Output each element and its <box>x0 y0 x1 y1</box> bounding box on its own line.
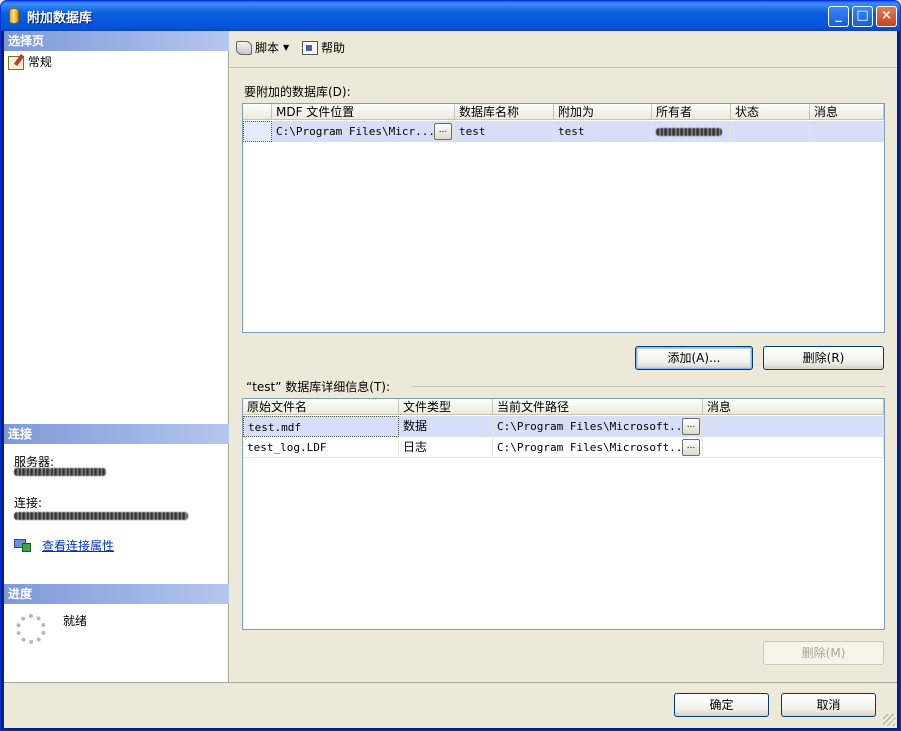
original-file-cell[interactable]: test.mdf <box>243 416 399 437</box>
col-attach-as[interactable]: 附加为 <box>554 104 652 120</box>
col-current-path[interactable]: 当前文件路径 <box>493 399 703 415</box>
remove-file-button[interactable]: 删除(M) <box>763 641 884 665</box>
title-bar[interactable]: 附加数据库 _ □ × <box>1 1 900 31</box>
progress-status: 就绪 <box>63 614 88 628</box>
details-group-line <box>412 386 885 387</box>
file-type-cell: 日志 <box>399 437 493 458</box>
page-general-label: 常规 <box>27 55 52 69</box>
owner-cell[interactable] <box>652 121 731 142</box>
help-label: 帮助 <box>321 41 346 55</box>
table-row[interactable]: test_log.LDF 日志 C:\Program Files\Microso… <box>243 437 884 458</box>
server-value-redacted <box>14 468 106 476</box>
browse-path-button[interactable]: ... <box>682 418 700 435</box>
maximize-button[interactable]: □ <box>852 6 873 27</box>
col-owner[interactable]: 所有者 <box>652 104 731 120</box>
window-title: 附加数据库 <box>27 11 93 26</box>
left-panel: 选择页 常规 连接 服务器: 连接: 查看连接属性 进度 就绪 <box>4 31 229 682</box>
details-message-cell <box>703 416 884 437</box>
col-status[interactable]: 状态 <box>731 104 810 120</box>
grid-header-rowselector <box>243 104 272 120</box>
current-path-cell[interactable]: C:\Program Files\Microsoft... <box>493 416 703 437</box>
owner-value-redacted <box>656 128 722 136</box>
ok-button[interactable]: 确定 <box>674 693 769 717</box>
row-selector[interactable] <box>243 121 272 142</box>
current-path-cell[interactable]: C:\Program Files\Microsoft... <box>493 437 703 458</box>
script-label: 脚本 <box>255 41 280 55</box>
table-row[interactable]: C:\Program Files\Micr... ... test test <box>243 121 884 142</box>
col-details-message[interactable]: 消息 <box>703 399 884 415</box>
cancel-button[interactable]: 取消 <box>781 693 876 717</box>
col-db-name[interactable]: 数据库名称 <box>455 104 554 120</box>
footer-separator <box>4 682 897 683</box>
progress-header: 进度 <box>4 584 229 604</box>
resize-grip-icon[interactable] <box>883 714 895 726</box>
status-cell <box>731 121 810 142</box>
details-message-cell <box>703 437 884 458</box>
database-details-grid[interactable]: 原始文件名 文件类型 当前文件路径 消息 test.mdf 数据 C:\Prog… <box>242 398 885 630</box>
connection-properties-icon <box>14 537 32 553</box>
mdf-location-text: C:\Program Files\Micr... <box>276 125 435 138</box>
close-button[interactable]: × <box>876 6 897 27</box>
select-page-header: 选择页 <box>4 31 229 51</box>
toolbar: 脚本 ▼ 帮助 <box>230 31 897 67</box>
add-button[interactable]: 添加(A)... <box>635 346 753 370</box>
mdf-location-cell[interactable]: C:\Program Files\Micr... <box>272 121 455 142</box>
table-row[interactable]: test.mdf 数据 C:\Program Files\Microsoft..… <box>243 416 884 437</box>
original-file-cell[interactable]: test_log.LDF <box>243 437 399 458</box>
help-button[interactable]: 帮助 <box>302 39 345 57</box>
properties-icon <box>8 55 24 70</box>
dropdown-arrow-icon[interactable]: ▼ <box>283 39 289 57</box>
attach-as-cell[interactable]: test <box>554 121 652 142</box>
col-file-type[interactable]: 文件类型 <box>399 399 493 415</box>
col-message[interactable]: 消息 <box>810 104 884 120</box>
col-mdf-location[interactable]: MDF 文件位置 <box>272 104 455 120</box>
db-name-cell[interactable]: test <box>455 121 554 142</box>
remove-database-button[interactable]: 删除(R) <box>763 346 884 370</box>
file-type-cell: 数据 <box>399 416 493 437</box>
connection-header: 连接 <box>4 424 229 444</box>
script-button[interactable]: 脚本 ▼ <box>236 39 289 57</box>
help-icon <box>302 41 318 55</box>
current-path-text: C:\Program Files\Microsoft... <box>497 420 690 433</box>
attach-databases-grid[interactable]: MDF 文件位置 数据库名称 附加为 所有者 状态 消息 C:\Program … <box>242 103 885 333</box>
message-cell <box>810 121 884 142</box>
browse-path-button[interactable]: ... <box>682 439 700 456</box>
connection-value-redacted <box>14 512 188 520</box>
attach-database-window: 附加数据库 _ □ × 选择页 常规 连接 服务器: 连接: 查看连接属性 进度… <box>0 0 901 731</box>
page-general-item[interactable]: 常规 <box>8 53 52 71</box>
progress-spinner-icon <box>16 614 46 644</box>
col-original-file[interactable]: 原始文件名 <box>243 399 399 415</box>
current-path-text: C:\Program Files\Microsoft... <box>497 441 690 454</box>
attach-databases-label: 要附加的数据库(D): <box>244 85 351 99</box>
browse-mdf-button[interactable]: ... <box>434 123 452 140</box>
database-details-label: “test” 数据库详细信息(T): <box>246 380 391 394</box>
database-icon <box>9 8 19 24</box>
script-icon <box>236 41 252 55</box>
dialog-client: 选择页 常规 连接 服务器: 连接: 查看连接属性 进度 就绪 脚本 ▼ 帮助 … <box>4 31 897 728</box>
view-connection-properties-link[interactable]: 查看连接属性 <box>42 537 114 554</box>
toolbar-separator <box>230 67 897 68</box>
connection-label: 连接: <box>14 496 43 510</box>
minimize-button[interactable]: _ <box>828 6 849 27</box>
